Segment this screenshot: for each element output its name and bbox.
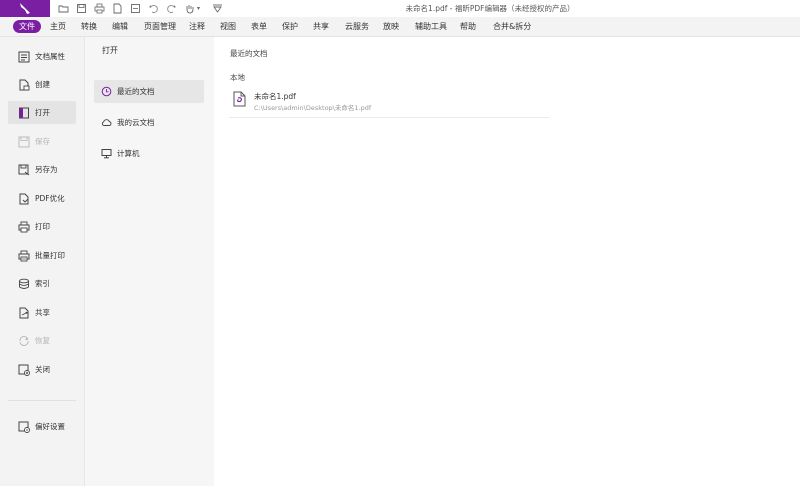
nav-label: 关闭 (35, 365, 50, 374)
nav-save[interactable]: 保存 (8, 130, 76, 153)
nav-label: 批量打印 (35, 251, 65, 260)
file-backstage-nav: 文档属性 创建 打开 保存 另存为 PDF优化 打印 批量打印 索引 共享 恢复 (0, 37, 85, 486)
close-icon (18, 364, 30, 376)
menu-slideshow[interactable]: 放映 (383, 20, 399, 33)
print-icon (18, 221, 30, 232)
nav-create[interactable]: 创建 (8, 73, 76, 96)
computer-icon (101, 149, 112, 159)
recent-file-item[interactable]: 未命名1.pdf C:\Users\admin\Desktop\未命名1.pdf (229, 87, 549, 118)
nav-label: 恢复 (35, 336, 50, 345)
nav-preferences[interactable]: 偏好设置 (8, 415, 76, 438)
pdf-file-icon (233, 91, 246, 107)
nav-batch-print[interactable]: 批量打印 (8, 244, 76, 267)
clock-icon (101, 86, 112, 97)
open-source-label: 最近的文档 (117, 87, 155, 96)
nav-label: 偏好设置 (35, 422, 65, 431)
menu-view[interactable]: 视图 (220, 20, 236, 33)
menu-protect[interactable]: 保护 (282, 20, 298, 33)
preferences-icon (18, 421, 30, 433)
open-sources-panel: 打开 最近的文档 我的云文档 计算机 (85, 37, 214, 486)
nav-open[interactable]: 打开 (8, 101, 76, 124)
nav-share[interactable]: 共享 (8, 301, 76, 324)
nav-label: 创建 (35, 80, 50, 89)
open-source-label: 我的云文档 (117, 118, 155, 127)
nav-label: 另存为 (35, 165, 58, 174)
file-name: 未命名1.pdf (254, 92, 296, 101)
nav-divider (8, 400, 76, 401)
nav-label: 打开 (35, 108, 50, 117)
document-title: 未命名1.pdf - 福昕PDF编辑器（未经授权的产品） (405, 4, 575, 13)
menu-edit[interactable]: 编辑 (112, 20, 128, 33)
menu-cloud-service[interactable]: 云服务 (345, 20, 369, 33)
nav-pdf-optimize[interactable]: PDF优化 (8, 187, 76, 210)
optimize-icon (19, 193, 29, 204)
menu-bar: 文件 主页 转换 编辑 页面管理 注释 视图 表单 保护 共享 云服务 放映 辅… (0, 17, 800, 37)
nav-label: 保存 (35, 137, 50, 146)
open-computer[interactable]: 计算机 (94, 142, 204, 165)
menu-share[interactable]: 共享 (313, 20, 329, 33)
nav-restore[interactable]: 恢复 (8, 329, 76, 352)
menu-home[interactable]: 主页 (50, 20, 66, 33)
share-icon (19, 307, 29, 318)
nav-label: 共享 (35, 308, 50, 317)
menu-help[interactable]: 帮助 (460, 20, 476, 33)
nav-document-properties[interactable]: 文档属性 (8, 45, 76, 68)
menu-convert[interactable]: 转换 (81, 20, 97, 33)
save-icon (18, 136, 30, 147)
open-icon (19, 107, 29, 118)
menu-file[interactable]: 文件 (13, 20, 41, 33)
nav-close[interactable]: 关闭 (8, 358, 76, 381)
menu-merge-split[interactable]: 合并&拆分 (493, 20, 531, 33)
open-source-label: 计算机 (117, 149, 140, 158)
restore-icon (19, 335, 29, 346)
document-properties-icon (18, 51, 30, 62)
title-bar: ▾ 未命名1.pdf - 福昕PDF编辑器（未经授权的产品） (0, 0, 800, 17)
recent-documents-area: 最近的文档 本地 未命名1.pdf C:\Users\admin\Desktop… (215, 37, 800, 486)
nav-label: PDF优化 (35, 194, 65, 203)
index-icon (19, 278, 29, 289)
nav-save-as[interactable]: 另存为 (8, 158, 76, 181)
nav-label: 打印 (35, 222, 50, 231)
nav-label: 文档属性 (35, 52, 65, 61)
menu-form[interactable]: 表单 (251, 20, 267, 33)
nav-print[interactable]: 打印 (8, 215, 76, 238)
open-recent-documents[interactable]: 最近的文档 (94, 80, 204, 103)
cloud-icon (101, 119, 112, 126)
create-icon (19, 79, 30, 90)
nav-index[interactable]: 索引 (8, 272, 76, 295)
local-section-label: 本地 (230, 73, 245, 82)
file-path: C:\Users\admin\Desktop\未命名1.pdf (254, 104, 372, 112)
save-as-icon (18, 164, 30, 175)
menu-comment[interactable]: 注释 (189, 20, 205, 33)
batch-print-icon (18, 250, 30, 261)
nav-label: 索引 (35, 279, 50, 288)
menu-page-management[interactable]: 页面管理 (144, 20, 176, 33)
open-cloud-documents[interactable]: 我的云文档 (94, 111, 204, 134)
recent-documents-title: 最近的文档 (230, 49, 268, 58)
menu-accessibility-tools[interactable]: 辅助工具 (415, 20, 447, 33)
open-panel-title: 打开 (102, 46, 118, 55)
